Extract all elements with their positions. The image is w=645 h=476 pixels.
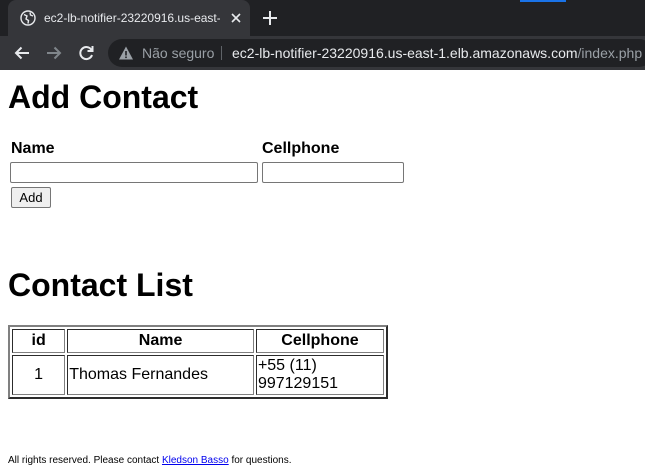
browser-tab[interactable]: ec2-lb-notifier-23220916.us-east-1.elb.a…	[8, 0, 250, 36]
warning-icon[interactable]	[118, 45, 134, 61]
address-separator	[221, 46, 222, 60]
tab-accent	[520, 0, 566, 2]
add-contact-heading: Add Contact	[8, 79, 199, 115]
footer: All rights reserved. Please contact Kled…	[8, 455, 292, 467]
add-button[interactable]: Add	[11, 187, 51, 208]
url-path: /index.php	[577, 45, 643, 61]
plus-icon[interactable]	[260, 8, 280, 28]
name-input[interactable]	[10, 162, 258, 183]
url-host: ec2-lb-notifier-23220916.us-east-1.elb.a…	[232, 45, 578, 61]
reload-icon[interactable]	[76, 43, 96, 63]
not-secure-label[interactable]: Não seguro	[142, 39, 214, 67]
close-icon[interactable]	[228, 10, 244, 26]
contact-id: 1	[12, 355, 66, 395]
column-header-cellphone: Cellphone	[255, 329, 384, 353]
browser-tabstrip: ec2-lb-notifier-23220916.us-east-1.elb.a…	[0, 0, 645, 36]
footer-suffix: for questions.	[228, 455, 292, 466]
contact-list-heading: Contact List	[8, 267, 193, 303]
back-arrow-icon[interactable]	[12, 43, 32, 63]
address-bar[interactable]: Não seguro ec2-lb-notifier-23220916.us-e…	[108, 39, 645, 67]
tab-title: ec2-lb-notifier-23220916.us-east-1.elb.a…	[44, 11, 220, 25]
name-label: Name	[11, 140, 55, 157]
page-content: Add Contact Name Cellphone Add Contact L…	[0, 70, 645, 476]
contact-name: Thomas Fernandes	[67, 355, 254, 395]
column-header-id: id	[12, 329, 66, 353]
url-text[interactable]: ec2-lb-notifier-23220916.us-east-1.elb.a…	[232, 39, 642, 67]
table-row: 1 Thomas Fernandes +55 (11) 997129151	[12, 355, 384, 395]
forward-arrow-icon[interactable]	[44, 43, 64, 63]
table-header-row: id Name Cellphone	[12, 329, 384, 353]
cellphone-label: Cellphone	[262, 140, 340, 157]
contacts-table: id Name Cellphone 1 Thomas Fernandes +55…	[8, 325, 388, 399]
contact-link[interactable]: Kledson Basso	[162, 455, 229, 466]
footer-prefix: All rights reserved. Please contact	[8, 455, 162, 466]
column-header-name: Name	[67, 329, 254, 353]
globe-icon	[20, 10, 36, 26]
contact-cellphone: +55 (11) 997129151	[255, 355, 384, 395]
cellphone-input[interactable]	[262, 162, 404, 183]
browser-toolbar: Não seguro ec2-lb-notifier-23220916.us-e…	[0, 36, 645, 70]
